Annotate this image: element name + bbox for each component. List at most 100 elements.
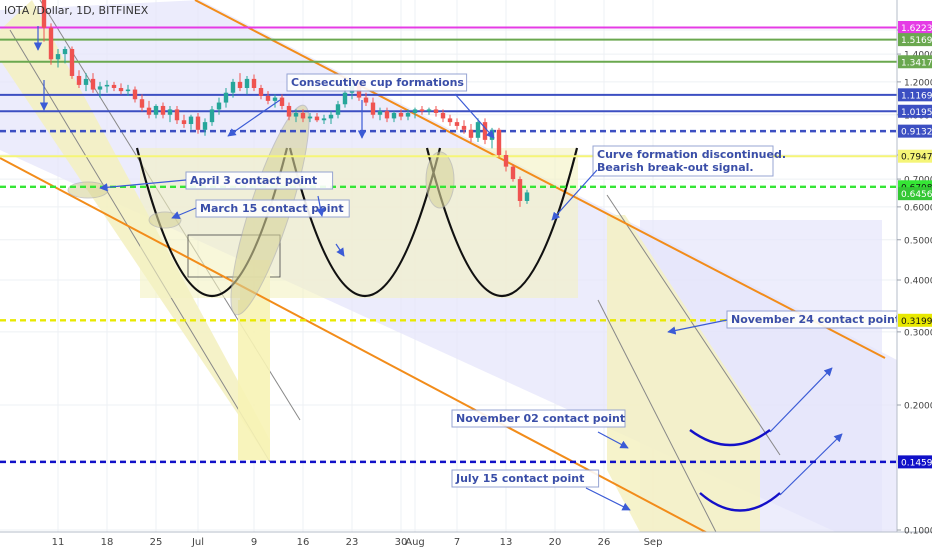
price-tick-label: 0.6000 bbox=[904, 203, 932, 213]
candle-body bbox=[69, 49, 75, 76]
price-chart[interactable]: Consecutive cup formations Curve formatio… bbox=[0, 0, 932, 550]
price-tick-label: 0.5000 bbox=[904, 236, 932, 246]
candle-body bbox=[160, 105, 166, 115]
candle-body bbox=[461, 125, 467, 130]
candle-body bbox=[328, 114, 334, 119]
time-tick-label: 25 bbox=[150, 537, 163, 548]
candle-body bbox=[237, 81, 243, 88]
candle-body bbox=[293, 112, 299, 117]
candle-body bbox=[335, 104, 341, 115]
label-curve-formation-text: Bearish break-out signal. bbox=[597, 161, 754, 174]
time-tick-label: 20 bbox=[549, 537, 562, 548]
price-badge-text-0: 0.6456 bbox=[901, 190, 932, 200]
candle-body bbox=[118, 87, 124, 92]
label-march-15-text: March 15 contact point bbox=[200, 202, 344, 215]
candle-body bbox=[503, 155, 509, 167]
price-tick-label: 0.2000 bbox=[904, 402, 932, 412]
ellipse-second-cup bbox=[425, 151, 455, 209]
price-tick-label: 0.4000 bbox=[904, 277, 932, 287]
time-tick-label: Sep bbox=[644, 537, 663, 548]
candle-body bbox=[104, 84, 110, 87]
time-tick-label: 26 bbox=[598, 537, 611, 548]
candle-body bbox=[454, 122, 460, 126]
candle-body bbox=[153, 105, 159, 115]
candle-body bbox=[475, 122, 481, 138]
left-yellow-column bbox=[238, 300, 270, 460]
level-badge-text-3: 1.1169 bbox=[901, 91, 932, 101]
candle-body bbox=[433, 109, 439, 113]
level-badge-text-1: 1.5169 bbox=[901, 36, 932, 46]
label-curve-formation-text: Curve formation discontinued. bbox=[597, 148, 786, 161]
candle-body bbox=[300, 112, 306, 119]
candle-body bbox=[181, 120, 187, 125]
time-axis-background bbox=[0, 532, 932, 550]
candle-body bbox=[251, 78, 257, 88]
time-tick-label: Aug bbox=[405, 537, 425, 548]
candle-body bbox=[398, 112, 404, 117]
time-tick-label: 16 bbox=[297, 537, 310, 548]
time-tick-label: 9 bbox=[251, 537, 257, 548]
candle-body bbox=[447, 118, 453, 123]
candle-body bbox=[426, 109, 432, 112]
candle-body bbox=[90, 78, 96, 90]
candle-body bbox=[482, 122, 488, 140]
label-april-3-text: April 3 contact point bbox=[190, 174, 317, 187]
candle-body bbox=[524, 192, 530, 201]
candle-body bbox=[510, 166, 516, 180]
candle-body bbox=[314, 116, 320, 121]
candle-body bbox=[286, 105, 292, 117]
candle-body bbox=[195, 116, 201, 130]
time-tick-label: 18 bbox=[101, 537, 114, 548]
time-tick-label: 7 bbox=[454, 537, 460, 548]
candle-body bbox=[216, 102, 222, 110]
candle-body bbox=[363, 97, 369, 103]
candle-body bbox=[279, 97, 285, 106]
time-tick-label: 23 bbox=[346, 537, 359, 548]
candle-body bbox=[55, 54, 61, 60]
label-nov-02-text: November 02 contact point bbox=[456, 412, 625, 425]
ellipse-march-15 bbox=[148, 211, 182, 229]
candle-body bbox=[139, 99, 145, 108]
price-tick-label: 0.3000 bbox=[904, 328, 932, 338]
candle-body bbox=[223, 92, 229, 103]
level-badge-text-2: 1.3417 bbox=[901, 58, 932, 68]
candle-body bbox=[517, 179, 523, 201]
candle-body bbox=[342, 92, 348, 105]
candle-body bbox=[272, 97, 278, 101]
label-jul-15-text: July 15 contact point bbox=[455, 472, 584, 485]
time-tick-label: 11 bbox=[52, 537, 65, 548]
price-tick-label: 0.1000 bbox=[904, 527, 932, 537]
candle-body bbox=[48, 27, 54, 60]
candle-body bbox=[384, 111, 390, 119]
candle-body bbox=[132, 89, 138, 100]
candle-body bbox=[412, 109, 418, 113]
candle-body bbox=[307, 116, 313, 119]
candle-body bbox=[391, 112, 397, 119]
candle-body bbox=[405, 112, 411, 117]
candle-body bbox=[244, 78, 250, 88]
candle-body bbox=[125, 89, 131, 92]
label-nov-24-text: November 24 contact point bbox=[731, 313, 900, 326]
candle-body bbox=[265, 95, 271, 101]
symbol-title: IOTA /Dollar, 1D, BITFINEX bbox=[4, 4, 149, 17]
candle-body bbox=[440, 112, 446, 119]
candle-body bbox=[97, 86, 103, 90]
candle-body bbox=[209, 109, 215, 123]
level-badge-text-9: 0.1459 bbox=[901, 458, 932, 468]
label-consecutive-cups-text: Consecutive cup formations bbox=[291, 76, 464, 89]
candle-body bbox=[370, 102, 376, 115]
candle-body bbox=[496, 129, 502, 155]
candle-body bbox=[377, 111, 383, 115]
chart-root: Consecutive cup formations Curve formatio… bbox=[0, 0, 932, 550]
time-tick-label: Jul bbox=[191, 537, 204, 548]
candle-body bbox=[62, 49, 68, 55]
ellipse-april-3 bbox=[67, 181, 109, 199]
candle-body bbox=[202, 122, 208, 130]
price-tick-label: 1.2000 bbox=[904, 78, 932, 88]
candle-body bbox=[174, 109, 180, 121]
level-badge-text-0: 1.6223 bbox=[901, 24, 932, 34]
candle-body bbox=[83, 78, 89, 85]
time-tick-label: 13 bbox=[500, 537, 513, 548]
candle-body bbox=[167, 109, 173, 115]
candle-body bbox=[258, 87, 264, 96]
